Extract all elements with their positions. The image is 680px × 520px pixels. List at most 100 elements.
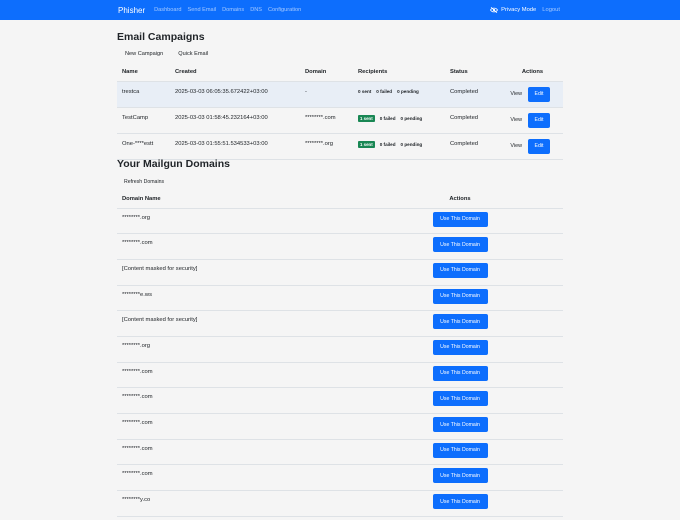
nav-right: Privacy Mode Logout — [490, 0, 560, 20]
use-domain-button[interactable]: Use This Domain — [432, 262, 488, 278]
pending-count: 0 pending — [400, 115, 423, 121]
domain-actions: Use This Domain — [397, 439, 523, 466]
domain-spacer — [523, 336, 563, 363]
edit-button[interactable]: Edit — [528, 112, 550, 128]
campaign-status: Completed — [445, 81, 502, 108]
domain-row: ********.com Use This Domain — [117, 233, 563, 260]
nav-link-send-email[interactable]: Send Email — [188, 7, 217, 13]
domain-name: ********.com — [117, 413, 397, 440]
domain-actions: Use This Domain — [397, 285, 523, 312]
nav-links: Dashboard Send Email Domains DNS Configu… — [154, 7, 301, 13]
privacy-mode-label: Privacy Mode — [501, 7, 537, 13]
pending-count: 0 pending — [400, 141, 423, 147]
domain-actions: Use This Domain — [397, 336, 523, 363]
new-campaign-button[interactable]: New Campaign — [119, 48, 169, 60]
domain-row: ********.com Use This Domain — [117, 464, 563, 492]
col-name: Name — [117, 63, 170, 82]
edit-button[interactable]: Edit — [528, 138, 550, 154]
col-domain: Domain — [300, 63, 353, 82]
domain-spacer — [523, 490, 563, 517]
campaign-name: trestca — [117, 81, 170, 108]
campaign-status: Completed — [445, 133, 502, 160]
campaign-recipients: 1 sent 0 failed 0 pending — [353, 133, 445, 160]
domain-row: ********.org Use This Domain — [117, 208, 563, 235]
nav-link-dashboard[interactable]: Dashboard — [154, 7, 181, 13]
domain-row: [Content masked for security] Use This Do… — [117, 310, 563, 337]
domain-spacer — [523, 413, 563, 440]
domain-row: ********y.co Use This Domain — [117, 490, 563, 517]
domain-name: ********.com — [117, 387, 397, 414]
domain-name: [Content masked for security] — [117, 310, 397, 337]
domain-spacer — [523, 310, 563, 337]
domain-actions: Use This Domain — [397, 490, 523, 517]
pending-count: 0 pending — [397, 88, 419, 94]
use-domain-button[interactable]: Use This Domain — [432, 417, 488, 432]
campaigns-table: Name Created Domain Recipients Status Ac… — [117, 63, 563, 160]
sent-badge: 0 sent — [358, 88, 372, 94]
campaign-row: TestCamp 2025-03-03 01:58:45.232164+03:00… — [117, 107, 563, 134]
campaign-domain: ********.com — [300, 107, 353, 134]
campaign-recipients: 1 sent 0 failed 0 pending — [353, 107, 445, 134]
col-status: Status — [445, 63, 502, 82]
col-recipients: Recipients — [353, 63, 445, 82]
nav-link-dns[interactable]: DNS — [250, 7, 262, 13]
quick-email-button[interactable]: Quick Email — [172, 48, 214, 60]
use-domain-button[interactable]: Use This Domain — [432, 391, 488, 407]
domain-spacer — [523, 259, 563, 286]
sent-badge: 1 sent — [358, 114, 375, 122]
nav-link-domains[interactable]: Domains — [222, 7, 244, 13]
campaign-recipients: 0 sent 0 failed 0 pending — [353, 81, 445, 108]
use-domain-button[interactable]: Use This Domain — [432, 468, 488, 484]
campaign-actions: View Edit — [502, 133, 563, 160]
main-content: Email Campaigns New Campaign Quick Email… — [0, 20, 680, 520]
domains-title: Your Mailgun Domains — [117, 158, 230, 170]
domain-name: ********.com — [117, 362, 397, 389]
campaigns-header-row: Name Created Domain Recipients Status Ac… — [117, 63, 563, 82]
domain-spacer — [523, 233, 563, 260]
use-domain-button[interactable]: Use This Domain — [432, 288, 488, 304]
use-domain-button[interactable]: Use This Domain — [432, 494, 488, 510]
view-button[interactable]: View — [510, 117, 522, 123]
domains-table: Domain Name Actions ********.org Use This… — [117, 191, 563, 517]
domain-actions: Use This Domain — [397, 310, 523, 337]
use-domain-button[interactable]: Use This Domain — [432, 339, 488, 355]
domain-spacer — [523, 387, 563, 414]
use-domain-button[interactable]: Use This Domain — [432, 237, 488, 253]
domain-spacer — [523, 285, 563, 312]
refresh-domains-button[interactable]: Refresh Domains — [119, 177, 169, 187]
domain-spacer — [523, 208, 563, 235]
domain-spacer — [523, 362, 563, 389]
use-domain-button[interactable]: Use This Domain — [432, 365, 488, 381]
use-domain-button[interactable]: Use This Domain — [432, 314, 488, 330]
view-button[interactable]: View — [510, 143, 522, 149]
domain-row: ********.com Use This Domain — [117, 362, 563, 389]
view-button[interactable]: View — [510, 91, 522, 97]
campaign-row: trestca 2025-03-03 06:05:35.672422+03:00-… — [117, 81, 563, 108]
failed-count: 0 failed — [376, 88, 393, 94]
col-actions: Actions — [502, 63, 563, 82]
col-domain-actions: Actions — [397, 191, 523, 209]
domain-actions: Use This Domain — [397, 233, 523, 260]
edit-button[interactable]: Edit — [528, 86, 550, 102]
privacy-mode-toggle[interactable]: Privacy Mode — [490, 7, 536, 13]
domain-name: ********.org — [117, 208, 397, 235]
domain-actions: Use This Domain — [397, 208, 523, 235]
domain-row: ********.com Use This Domain — [117, 413, 563, 440]
failed-count: 0 failed — [379, 115, 396, 121]
campaign-actions: View Edit — [502, 81, 563, 108]
domain-name: [Content masked for security] — [117, 259, 397, 286]
campaign-buttons: New Campaign Quick Email — [119, 48, 214, 60]
domain-name: ********.com — [117, 439, 397, 466]
domain-actions: Use This Domain — [397, 387, 523, 414]
use-domain-button[interactable]: Use This Domain — [432, 211, 488, 227]
use-domain-button[interactable]: Use This Domain — [432, 442, 488, 458]
nav-link-configuration[interactable]: Configuration — [268, 7, 301, 13]
brand-logo[interactable]: Phisher — [118, 6, 145, 15]
domain-spacer — [523, 439, 563, 466]
campaign-created: 2025-03-03 06:05:35.672422+03:00 — [170, 81, 300, 108]
col-spacer — [523, 191, 563, 209]
logout-link[interactable]: Logout — [542, 7, 560, 13]
domain-name: ********.com — [117, 233, 397, 260]
campaign-name: TestCamp — [117, 107, 170, 134]
sent-badge: 1 sent — [358, 140, 375, 148]
